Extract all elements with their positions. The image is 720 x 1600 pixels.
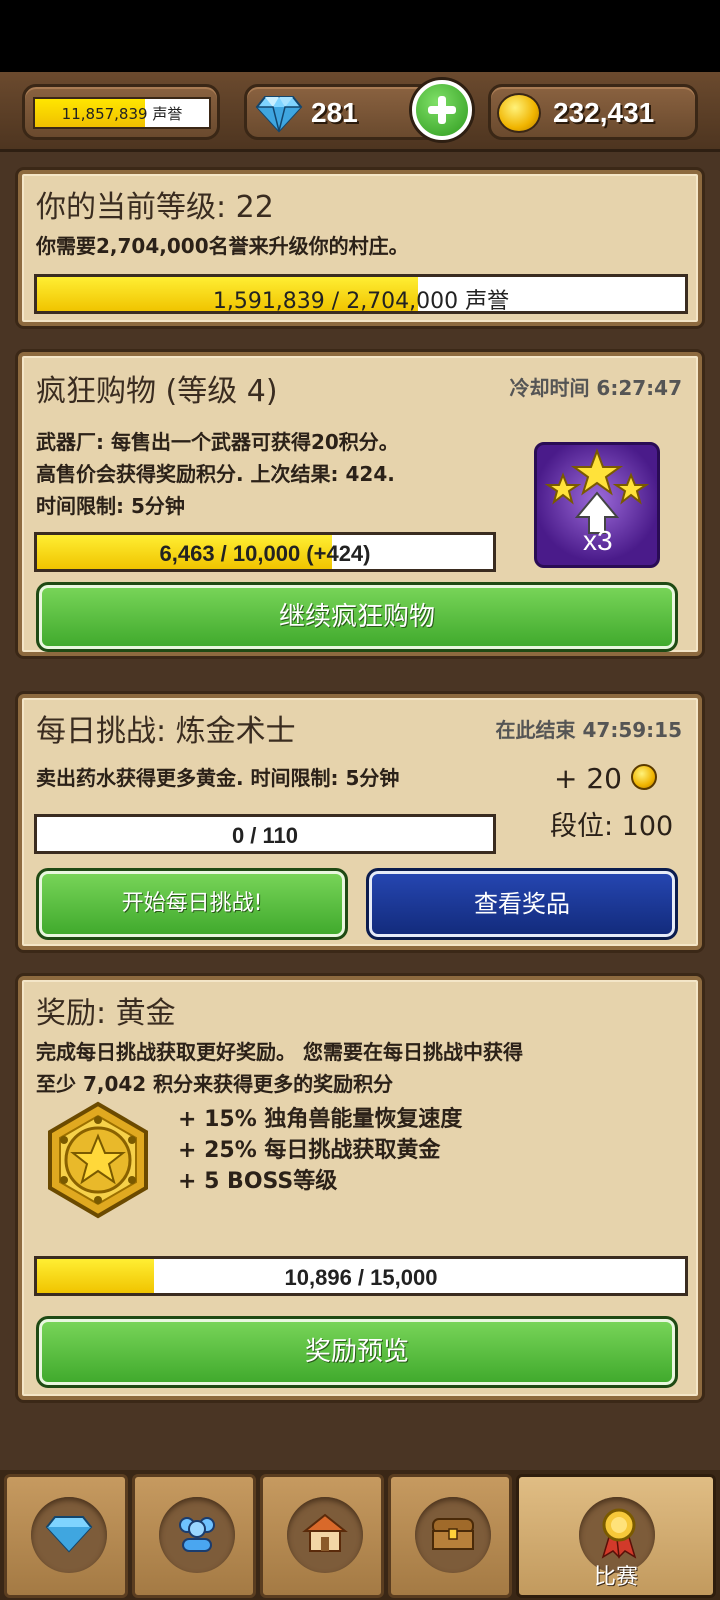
reward-bonus-item: + 5 BOSS等级 bbox=[178, 1169, 338, 1194]
daily-description: 卖出药水获得更多黄金. 时间限制: 5分钟 bbox=[36, 766, 400, 790]
continue-shopping-button[interactable]: 继续疯狂购物 bbox=[36, 582, 678, 652]
nav-tab-people[interactable] bbox=[132, 1474, 256, 1598]
buy-gems-button[interactable] bbox=[412, 80, 472, 140]
daily-reward-value: + 20 bbox=[554, 762, 622, 795]
daily-end-timer: 在此结束 47:59:15 bbox=[495, 718, 682, 742]
level-panel: 你的当前等级: 22 你需要2,704,000名誉来升级你的村庄。 1,591,… bbox=[18, 170, 702, 326]
reward-bonus-list: + 15% 独角兽能量恢复速度 + 25% 每日挑战获取黄金 + 5 BOSS等… bbox=[178, 1104, 462, 1197]
daily-progress-text: 0 / 110 bbox=[231, 823, 299, 848]
gold-coin-icon bbox=[497, 93, 541, 133]
status-bar bbox=[0, 0, 720, 72]
reward-preview-button[interactable]: 奖励预览 bbox=[36, 1316, 678, 1388]
shopping-line-3: 时间限制: 5分钟 bbox=[36, 494, 185, 518]
fame-counter[interactable]: 11,857,839 声誉 bbox=[22, 84, 220, 140]
chest-icon bbox=[429, 1511, 477, 1559]
daily-progress-bar: 0 / 110 bbox=[34, 814, 496, 854]
reward-progress-text: 10,896 / 15,000 bbox=[284, 1265, 438, 1290]
level-progress-bar: 1,591,839 / 2,704,000 声誉 bbox=[34, 274, 688, 314]
star-boost-card[interactable]: x3 bbox=[534, 442, 660, 568]
fame-value: 11,857,839 声誉 bbox=[61, 105, 183, 123]
nav-tab-chest[interactable] bbox=[388, 1474, 512, 1598]
shopping-title: 疯狂购物 (等级 4) bbox=[36, 374, 278, 409]
gold-counter[interactable]: 232,431 bbox=[488, 84, 698, 140]
nav-tab-competition[interactable]: 比赛 bbox=[516, 1474, 716, 1598]
start-daily-challenge-button[interactable]: 开始每日挑战! bbox=[36, 868, 348, 940]
fame-bar: 11,857,839 声誉 bbox=[33, 97, 211, 129]
nav-tab-gems[interactable] bbox=[4, 1474, 128, 1598]
gold-value: 232,431 bbox=[553, 97, 655, 128]
reward-progress-bar: 10,896 / 15,000 bbox=[34, 1256, 688, 1296]
level-title: 你的当前等级: 22 bbox=[36, 190, 274, 225]
gem-icon bbox=[45, 1511, 93, 1559]
reward-line-2: 至少 7,042 积分来获得更多的奖励积分 bbox=[36, 1072, 394, 1096]
reward-bonus-item: + 25% 每日挑战获取黄金 bbox=[178, 1138, 441, 1163]
house-icon bbox=[301, 1511, 349, 1559]
reward-title: 奖励: 黄金 bbox=[36, 996, 176, 1031]
bottom-navigation: 比赛 bbox=[0, 1470, 720, 1600]
diamond-icon bbox=[255, 93, 303, 137]
daily-title: 每日挑战: 炼金术士 bbox=[36, 714, 296, 749]
shopping-line-2: 高售价会获得奖励积分. 上次结果: 424. bbox=[36, 462, 395, 486]
view-prizes-button[interactable]: 查看奖品 bbox=[366, 868, 678, 940]
level-description: 你需要2,704,000名誉来升级你的村庄。 bbox=[36, 234, 409, 258]
boost-multiplier: x3 bbox=[583, 525, 613, 556]
shopping-progress-bar: 6,463 / 10,000 (+424) bbox=[34, 532, 496, 572]
cooldown-timer: 冷却时间 6:27:47 bbox=[509, 376, 682, 400]
nav-tab-village[interactable] bbox=[260, 1474, 384, 1598]
reward-bonus-item: + 15% 独角兽能量恢复速度 bbox=[178, 1107, 463, 1132]
daily-rank: 段位: 100 bbox=[550, 811, 674, 842]
gold-coin-icon bbox=[630, 764, 657, 790]
daily-challenge-panel: 每日挑战: 炼金术士 在此结束 47:59:15 卖出药水获得更多黄金. 时间限… bbox=[18, 694, 702, 950]
gold-medal-icon bbox=[38, 1100, 158, 1224]
resource-bar: 11,857,839 声誉 281 232,431 bbox=[0, 72, 720, 152]
gem-value: 281 bbox=[311, 97, 358, 128]
shopping-spree-panel: 疯狂购物 (等级 4) 冷却时间 6:27:47 武器厂: 每售出一个武器可获得… bbox=[18, 352, 702, 656]
shopping-line-1: 武器厂: 每售出一个武器可获得20积分。 bbox=[36, 430, 399, 454]
stars-arrow-icon bbox=[544, 448, 650, 534]
reward-line-1: 完成每日挑战获取更好奖励。 您需要在每日挑战中获得 bbox=[36, 1040, 523, 1064]
shopping-progress-text: 6,463 / 10,000 (+424) bbox=[159, 541, 371, 566]
nav-tab-competition-label: 比赛 bbox=[593, 1565, 638, 1590]
level-progress-text: 1,591,839 / 2,704,000 声誉 bbox=[212, 289, 510, 314]
medal-icon bbox=[595, 1507, 643, 1563]
daily-reward: + 20 bbox=[554, 762, 657, 795]
reward-panel: 奖励: 黄金 完成每日挑战获取更好奖励。 您需要在每日挑战中获得 至少 7,04… bbox=[18, 976, 702, 1400]
people-icon bbox=[173, 1511, 221, 1559]
